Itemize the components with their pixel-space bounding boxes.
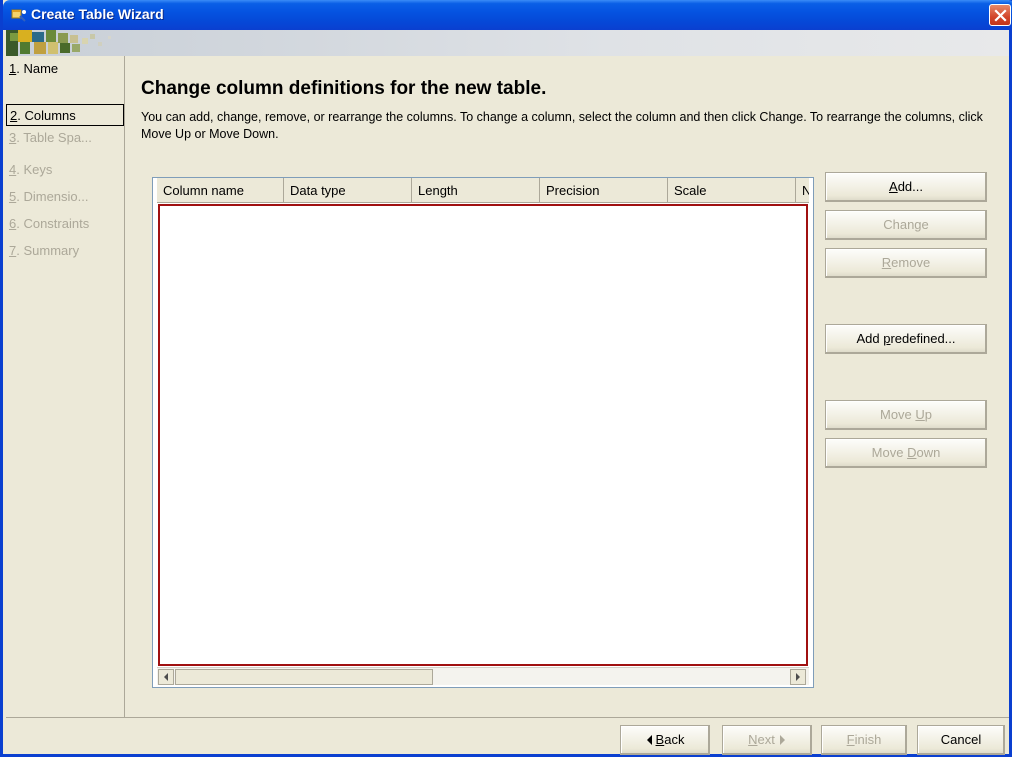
column-header-data-type[interactable]: Data type [284,178,412,202]
btn-text: Cancel [940,732,982,747]
nav-step-constraints[interactable]: 6. Constraints [6,213,124,235]
column-header-precision[interactable]: Precision [540,178,668,202]
nav-step-name[interactable]: 1. Name [6,58,124,80]
btn-text: Change [883,217,929,232]
table-header: Column name Data type Length Precision S… [157,178,809,203]
nav-step-label: . Table Spa... [16,130,92,145]
column-header-column-name[interactable]: Column name [157,178,284,202]
btn-text: inish [854,732,882,747]
banner-graphic [6,30,111,56]
scroll-right-button[interactable] [790,669,806,685]
arrow-left-icon [646,735,652,745]
page-description: You can add, change, remove, or rearrang… [141,110,983,141]
page-heading: Change column definitions for the new ta… [141,78,547,99]
btn-text: p [924,407,933,422]
btn-mnemonic: N [748,732,758,747]
nav-step-label: . Keys [16,162,53,177]
btn-mnemonic: U [915,407,925,422]
table-body[interactable] [158,204,808,666]
btn-text: own [916,445,941,460]
nav-step-label: . Constraints [16,216,90,231]
column-header-scale[interactable]: Scale [668,178,796,202]
btn-mnemonic: A [889,179,898,194]
footer-divider [6,717,1009,718]
nav-step-label: . Dimensio... [16,189,89,204]
btn-text: dd... [897,179,923,194]
change-button[interactable]: Change [825,210,987,240]
btn-text: emove [891,255,931,270]
arrow-right-icon [779,735,785,745]
scroll-thumb[interactable] [175,669,433,685]
move-down-button[interactable]: Move Down [825,438,987,468]
back-button[interactable]: Back [620,725,710,755]
wizard-step-nav: 1. Name 2. Columns 3. Table Spa... 4. Ke… [6,56,125,717]
btn-text: ack [664,732,685,747]
btn-mnemonic: R [881,255,892,270]
nav-step-table-space[interactable]: 3. Table Spa... [6,127,124,149]
btn-mnemonic: B [655,732,665,747]
horizontal-scrollbar[interactable] [157,667,809,685]
arrow-right-icon [796,673,800,681]
nav-step-summary[interactable]: 7. Summary [6,240,124,262]
title-bar[interactable]: Create Table Wizard [3,0,1012,30]
finish-button[interactable]: Finish [821,725,907,755]
close-icon [994,9,1007,22]
window-title: Create Table Wizard [31,6,164,22]
remove-button[interactable]: Remove [825,248,987,278]
add-button[interactable]: Add... [825,172,987,202]
move-up-button[interactable]: Move Up [825,400,987,430]
arrow-left-icon [164,673,168,681]
scroll-left-button[interactable] [158,669,174,685]
btn-mnemonic: F [846,732,855,747]
column-header-length[interactable]: Length [412,178,540,202]
next-button[interactable]: Next [722,725,812,755]
btn-text: Move [879,407,916,422]
column-header-nullable[interactable]: N [796,178,809,202]
nav-step-label: . Name [16,61,59,76]
btn-text: ext [757,732,775,747]
nav-step-columns[interactable]: 2. Columns [6,104,124,126]
nav-step-keys[interactable]: 4. Keys [6,159,124,181]
close-button[interactable] [989,4,1011,26]
btn-text: Move [871,445,908,460]
wizard-banner [6,30,1009,56]
nav-step-dimensions[interactable]: 5. Dimensio... [6,186,124,208]
nav-step-label: . Summary [16,243,80,258]
columns-table: Column name Data type Length Precision S… [152,177,814,688]
btn-text: Add [856,331,884,346]
wizard-window: Create Table Wizard 1. Name 2. Columns 3… [0,0,1012,757]
cancel-button[interactable]: Cancel [917,725,1005,755]
add-predefined-button[interactable]: Add predefined... [825,324,987,354]
nav-step-label: . Columns [17,108,76,123]
table-wizard-icon [11,9,26,22]
btn-text: redefined... [890,331,956,346]
